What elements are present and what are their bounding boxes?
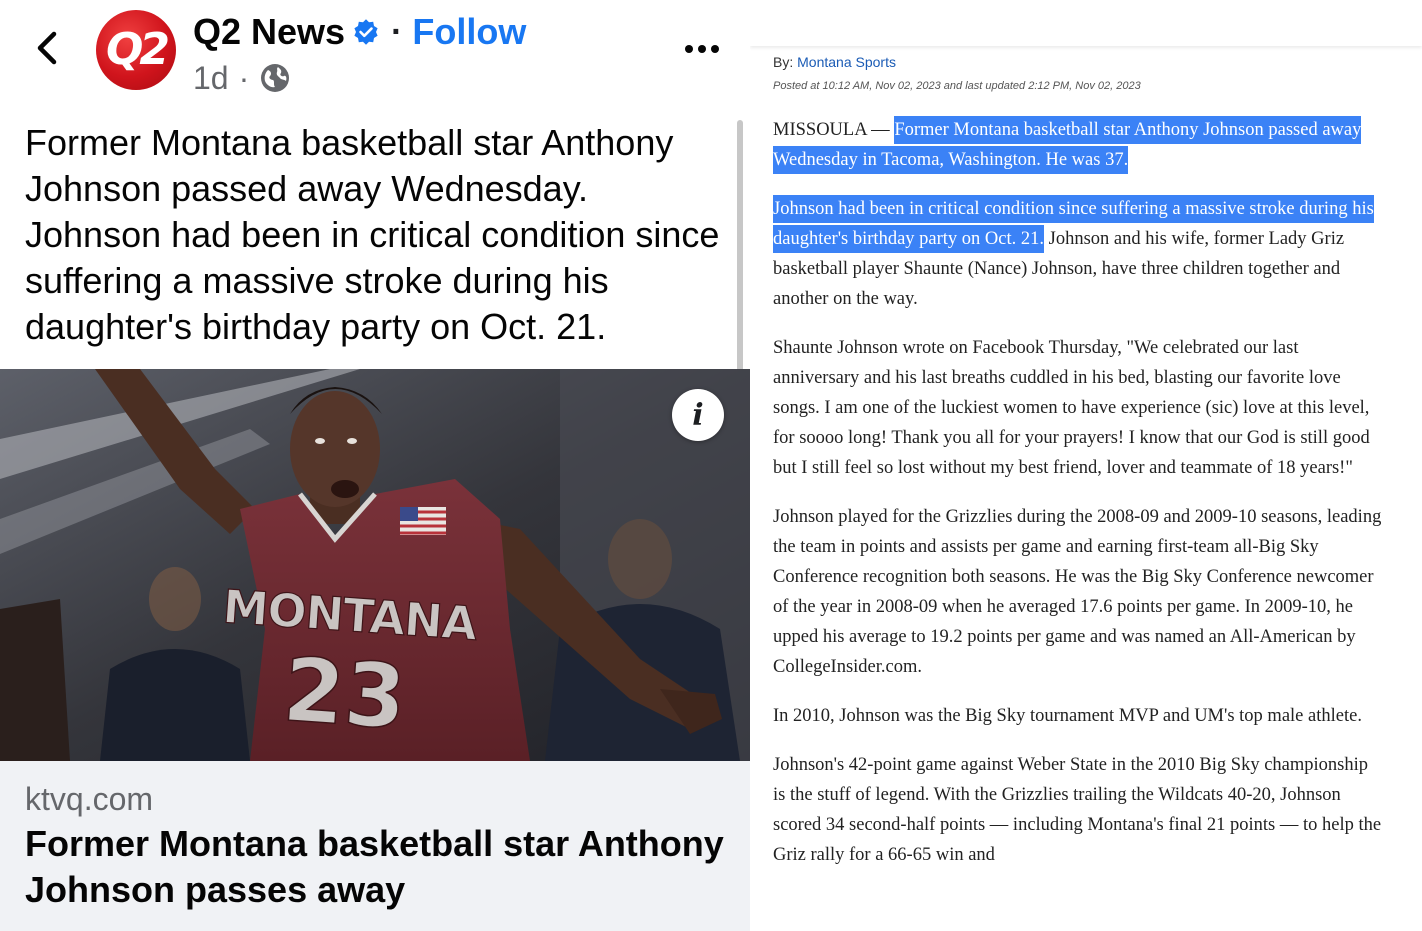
post-meta: 1d · [193,58,291,98]
author-link[interactable]: Montana Sports [797,54,896,70]
info-icon[interactable]: i [672,389,724,441]
article-body: MISSOULA — Former Montana basketball sta… [773,115,1383,889]
article-paragraph: In 2010, Johnson was the Big Sky tournam… [773,706,1362,726]
globe-icon [261,64,290,92]
posted-timestamp: Posted at 10:12 AM, Nov 02, 2023 and las… [773,80,1141,92]
more-options-icon[interactable] [684,40,720,58]
news-article: By: Montana Sports Posted at 10:12 AM, N… [750,0,1422,931]
article-paragraph: MISSOULA — Former Montana basketball sta… [773,115,1383,175]
page-name[interactable]: Q2 News [193,11,345,53]
link-title[interactable]: Former Montana basketball star Anthony J… [25,821,725,913]
post-time[interactable]: 1d [193,60,229,97]
post-photo[interactable]: MONTANA 23 [0,369,750,761]
link-domain: ktvq.com [25,781,154,817]
page-avatar[interactable]: Q2 [96,10,176,90]
follow-button[interactable]: Follow [412,11,526,53]
article-paragraph: Johnson's 42-point game against Weber St… [773,755,1382,865]
basketball-player-photo: MONTANA 23 [0,369,750,761]
article-paragraph: Shaunte Johnson wrote on Facebook Thursd… [773,338,1370,478]
article-paragraph: Johnson had been in critical condition s… [773,194,1383,314]
verified-badge-icon [354,19,378,45]
header-separator: · [391,12,403,51]
article-top-bar [750,0,1422,46]
by-label: By: [773,54,794,70]
byline: By: Montana Sports [773,54,896,70]
post-header: Q2 News · Follow [193,10,526,54]
link-preview-card[interactable]: ktvq.com Former Montana basketball star … [0,761,750,931]
post-text: Former Montana basketball star Anthony J… [25,122,720,347]
facebook-post: Q2 Q2 News · Follow 1d · Former Montana … [0,0,750,931]
back-chevron-icon[interactable] [28,28,68,68]
meta-separator: · [238,59,250,96]
article-paragraph: Johnson played for the Grizzlies during … [773,507,1382,677]
dateline: MISSOULA — [773,120,895,140]
avatar-logo-text: Q2 [105,24,170,75]
jersey-number: 23 [280,638,409,749]
